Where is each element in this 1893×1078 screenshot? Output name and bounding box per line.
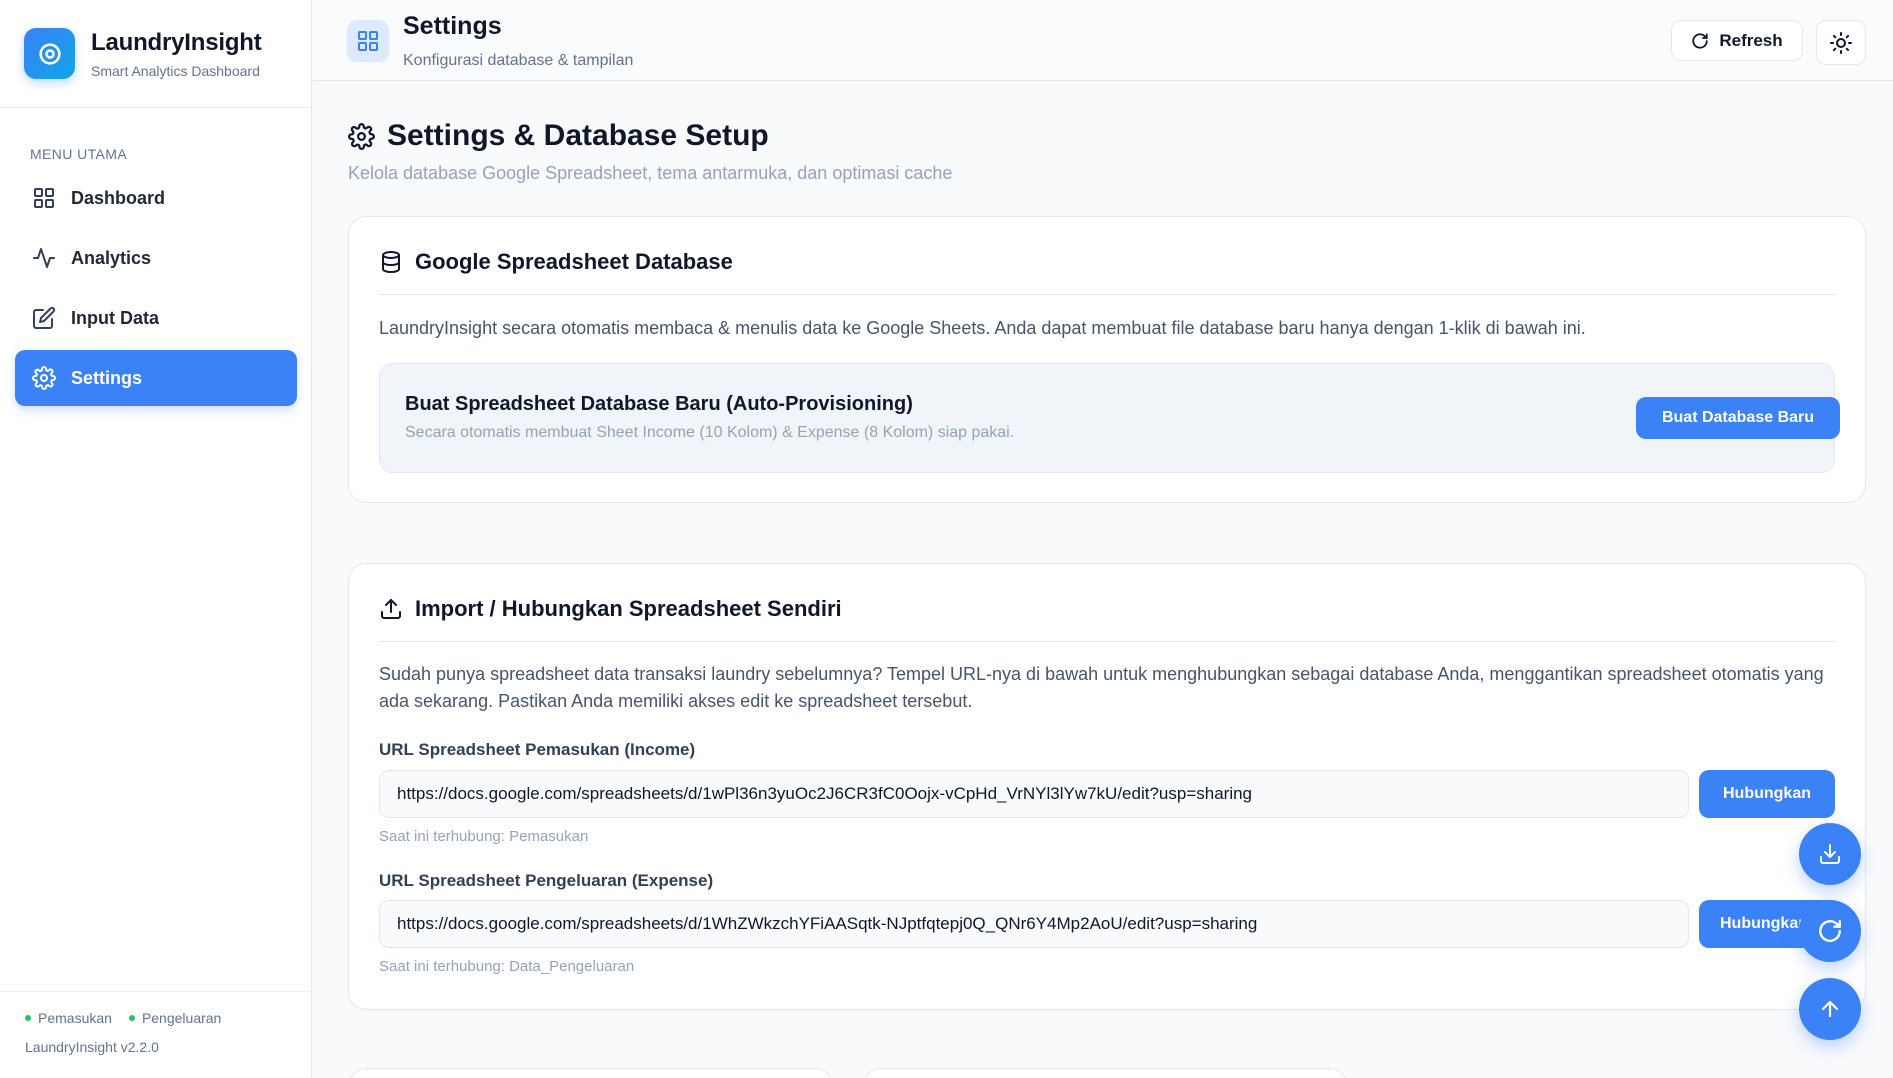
refresh-icon: [1691, 32, 1709, 50]
sidebar-item-input-data[interactable]: Input Data: [15, 290, 297, 346]
sun-icon: [1829, 31, 1853, 55]
header-subtitle: Konfigurasi database & tampilan: [403, 52, 634, 69]
sidebar-item-label: Settings: [71, 367, 143, 388]
legend-item-expense: Pengeluaran: [128, 1010, 221, 1026]
expense-connection-status: Saat ini terhubung: Data_Pengeluaran: [379, 958, 635, 975]
card-header: Google Spreadsheet Database: [379, 249, 1835, 295]
page-title: Settings & Database Setup: [348, 119, 769, 153]
sidebar-item-settings[interactable]: Settings: [15, 350, 297, 406]
import-card: Import / Hubungkan Spreadsheet Sendiri S…: [348, 563, 1866, 1010]
sidebar-item-dashboard[interactable]: Dashboard: [15, 170, 297, 226]
header-title: Settings: [403, 12, 502, 40]
grid-icon: [31, 185, 57, 211]
card-description: LaundryInsight secara otomatis membaca &…: [379, 318, 1586, 338]
expense-url-label: URL Spreadsheet Pengeluaran (Expense): [379, 871, 714, 890]
activity-icon: [31, 245, 57, 271]
legend-item-income: Pemasukan: [25, 1010, 112, 1026]
income-connection-status: Saat ini terhubung: Pemasukan: [379, 828, 589, 845]
page-subtitle: Kelola database Google Spreadsheet, tema…: [348, 163, 953, 183]
edit-icon: [31, 305, 57, 331]
card-description: Sudah punya spreadsheet data transaksi l…: [379, 664, 1824, 711]
provision-title: Buat Spreadsheet Database Baru (Auto-Pro…: [405, 393, 913, 415]
logo-icon: [24, 28, 75, 79]
brand-subtitle: Smart Analytics Dashboard: [91, 62, 260, 79]
gear-icon: [31, 365, 57, 391]
theme-toggle-button[interactable]: [1816, 20, 1866, 65]
refresh-label: Refresh: [1719, 30, 1783, 50]
income-url-label: URL Spreadsheet Pemasukan (Income): [379, 740, 696, 759]
database-icon: [379, 249, 403, 275]
sidebar-item-analytics[interactable]: Analytics: [15, 230, 297, 286]
sidebar: LaundryInsight Smart Analytics Dashboard…: [0, 0, 312, 1078]
dot-icon: [25, 1015, 31, 1021]
menu-section-title: MENU UTAMA: [30, 146, 128, 162]
header: Settings Konfigurasi database & tampilan…: [313, 0, 1893, 81]
card-title: Import / Hubungkan Spreadsheet Sendiri: [415, 596, 842, 621]
download-icon: [1818, 842, 1842, 866]
upload-icon: [379, 596, 403, 622]
database-card: Google Spreadsheet Database LaundryInsig…: [348, 216, 1866, 503]
settings-card-partial: [348, 1068, 833, 1078]
download-button[interactable]: [1799, 823, 1861, 885]
legend: Pemasukan Pengeluaran: [25, 1010, 287, 1026]
card-title: Google Spreadsheet Database: [415, 249, 733, 274]
settings-card-partial: [863, 1068, 1348, 1078]
dot-icon: [128, 1015, 135, 1021]
sidebar-footer: Pemasukan Pengeluaran LaundryInsight v2.…: [0, 991, 312, 1078]
refresh-button[interactable]: Refresh: [1671, 20, 1803, 61]
connect-income-button[interactable]: Hubungkan: [1699, 770, 1835, 818]
gear-icon: [348, 122, 375, 150]
create-database-button[interactable]: Buat Database Baru: [1636, 397, 1840, 439]
sync-button[interactable]: [1799, 900, 1861, 962]
brand-name: LaundryInsight: [91, 28, 262, 56]
app-version: LaundryInsight v2.2.0: [25, 1039, 159, 1055]
auto-provision-panel: Buat Spreadsheet Database Baru (Auto-Pro…: [379, 363, 1840, 473]
expense-url-input[interactable]: [379, 900, 1689, 948]
arrow-up-icon: [1818, 997, 1842, 1021]
card-header: Import / Hubungkan Spreadsheet Sendiri: [379, 596, 1835, 642]
scroll-to-top-button[interactable]: [1799, 978, 1861, 1040]
sidebar-nav: Dashboard Analytics Input Data Settings: [15, 170, 297, 410]
provision-subtitle: Secara otomatis membuat Sheet Income (10…: [405, 424, 1015, 441]
income-url-input[interactable]: [379, 770, 1689, 818]
sidebar-item-label: Dashboard: [71, 187, 166, 208]
grid-icon: [347, 20, 389, 62]
brand: LaundryInsight Smart Analytics Dashboard: [0, 0, 311, 108]
refresh-icon: [1817, 918, 1843, 944]
sidebar-item-label: Analytics: [71, 247, 152, 268]
page-title-text: Settings & Database Setup: [387, 119, 769, 152]
sidebar-item-label: Input Data: [71, 307, 159, 328]
